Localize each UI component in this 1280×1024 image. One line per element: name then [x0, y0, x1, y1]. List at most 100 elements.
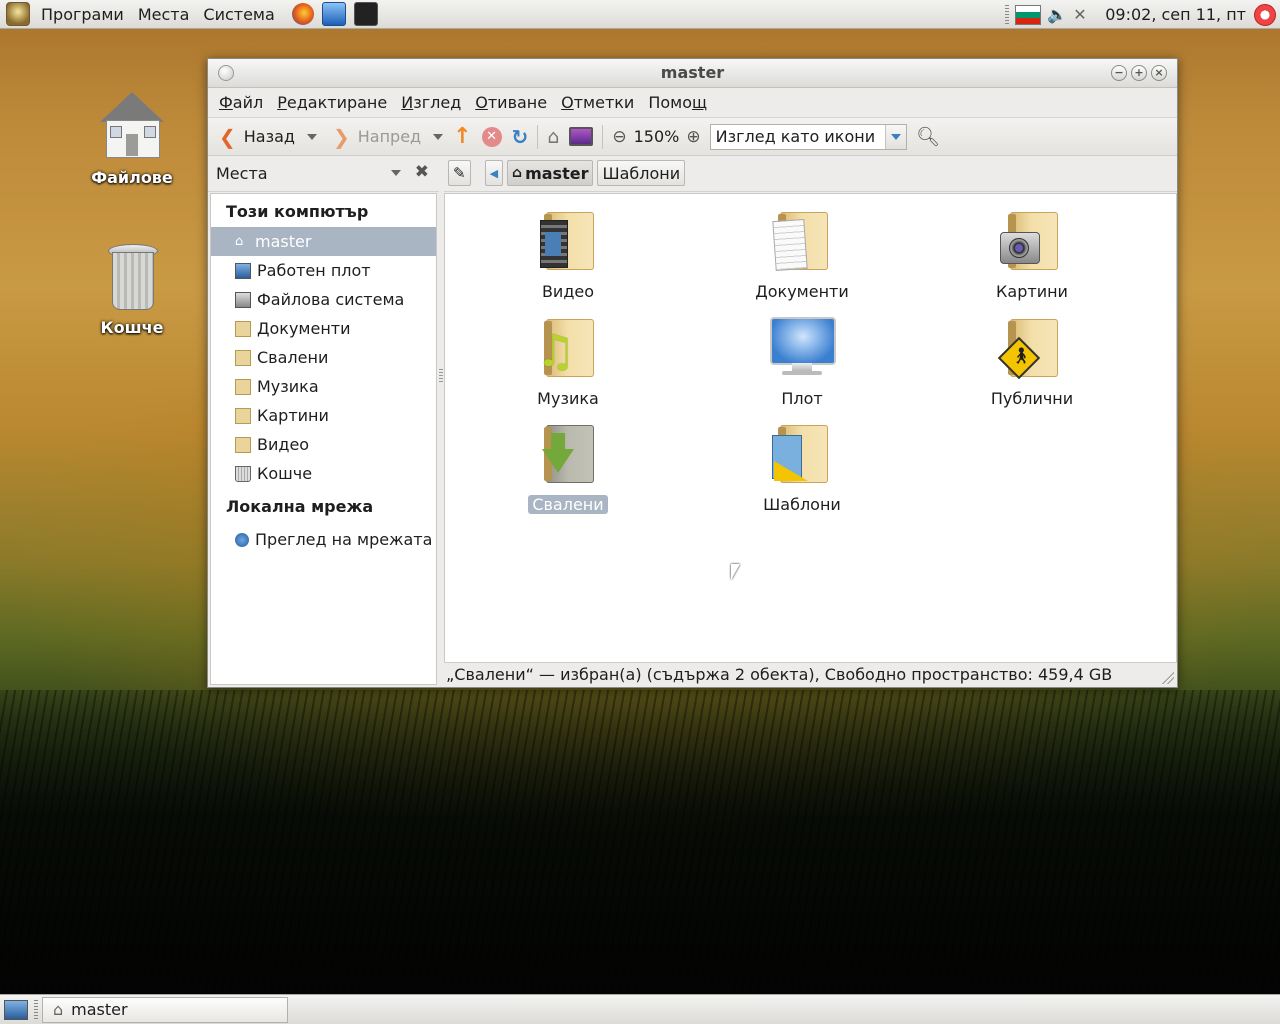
status-bar: „Свалени“ — избран(а) (съдържа 2 обекта)…	[444, 662, 1177, 687]
file-icon-view[interactable]: Видео Документи Картини ♫ Музика Плот 🚶︎…	[444, 193, 1177, 663]
file-item[interactable]: ♫ Музика	[493, 313, 643, 408]
sidebar-item-pictures[interactable]: Картини	[211, 401, 436, 430]
file-item[interactable]: Документи	[727, 206, 877, 301]
chevron-left-icon: ◀	[489, 166, 499, 180]
pane-resize-handle[interactable]	[439, 369, 443, 383]
home-button[interactable]: ⌂	[542, 122, 564, 152]
music-player-launcher-icon[interactable]	[321, 2, 346, 26]
sidebar-type-dropdown-icon[interactable]	[391, 170, 401, 176]
file-item-selected[interactable]: Свалени	[493, 419, 643, 514]
search-icon: 🔍︎	[916, 126, 941, 148]
view-mode-select[interactable]: Изглед като икони	[709, 123, 908, 150]
path-button-home[interactable]: ⌂ master	[507, 160, 594, 186]
computer-button[interactable]	[564, 122, 598, 152]
sidebar-item-trash[interactable]: Кошче	[211, 459, 436, 488]
zoom-level[interactable]: 150%	[632, 122, 682, 152]
places-section-network: Локална мрежа	[226, 497, 374, 516]
file-item[interactable]: 🚶︎ Публични	[957, 313, 1107, 408]
volume-icon[interactable]: 🔈	[1047, 5, 1067, 24]
sidebar-header: Места ✖	[208, 155, 439, 192]
file-item[interactable]: Плот	[727, 313, 877, 408]
sidebar-item-filesystem[interactable]: Файлова система	[211, 285, 436, 314]
sidebar-item-music[interactable]: Музика	[211, 372, 436, 401]
path-scroll-left-button[interactable]: ◀	[484, 160, 504, 186]
minimize-button[interactable]: −	[1111, 65, 1127, 81]
network-disconnected-icon[interactable]: ✕	[1073, 5, 1093, 24]
window-resize-grip[interactable]	[1162, 672, 1174, 684]
trash-icon	[96, 242, 168, 314]
reload-button[interactable]: ↻	[507, 122, 534, 152]
top-panel: Програми Места Система 🔈 ✕ 09:02, сеп 11…	[0, 0, 1280, 29]
zoom-out-button[interactable]: ⊖	[607, 122, 631, 152]
firefox-launcher-icon[interactable]	[291, 3, 314, 25]
stop-icon: ✕	[481, 126, 502, 147]
documents-folder-icon	[235, 320, 251, 337]
bottom-panel: ⌂ master	[0, 994, 1280, 1024]
file-manager-window: master − + × Файл Редактиране Изглед Оти…	[207, 58, 1178, 688]
menu-file[interactable]: Файл	[212, 93, 270, 112]
forward-button[interactable]: ❯ Напред	[328, 122, 448, 152]
public-folder-icon: 🚶︎	[997, 313, 1064, 383]
menu-go[interactable]: Отиване	[468, 93, 554, 112]
downloads-folder-icon	[536, 419, 600, 489]
sidebar-close-icon[interactable]: ✖	[415, 162, 429, 182]
desktop-icon-trash[interactable]: Кошче	[77, 242, 187, 337]
forward-history-dropdown-icon[interactable]	[433, 133, 444, 140]
view-mode-dropdown-icon[interactable]	[885, 124, 907, 149]
terminal-launcher-icon[interactable]	[353, 2, 378, 26]
sidebar-item-home[interactable]: ⌂ master	[211, 227, 436, 256]
menu-places[interactable]: Места	[131, 0, 197, 29]
harddisk-icon	[235, 291, 251, 308]
keyboard-layout-flag-icon[interactable]	[1015, 4, 1042, 25]
menu-applications[interactable]: Програми	[34, 0, 131, 29]
back-button[interactable]: ❮ Назад	[214, 122, 322, 152]
sidebar-item-browse-network[interactable]: Преглед на мрежата	[211, 525, 436, 554]
toolbar-separator	[602, 124, 604, 149]
file-item[interactable]: Картини	[957, 206, 1107, 301]
window-titlebar[interactable]: master − + ×	[208, 59, 1177, 88]
toolbar-separator	[537, 124, 539, 149]
zoom-in-icon: ⊕	[686, 126, 701, 147]
window-title: master	[660, 63, 725, 82]
close-button[interactable]: ×	[1151, 65, 1167, 81]
sidebar-item-videos[interactable]: Видео	[211, 430, 436, 459]
menu-view[interactable]: Изглед	[394, 93, 468, 112]
view-mode-value: Изглед като икони	[715, 127, 876, 146]
sidebar-type-select[interactable]: Места	[216, 164, 268, 183]
sidebar-item-documents[interactable]: Документи	[211, 314, 436, 343]
places-list: Този компютър ⌂ master Работен плот Файло…	[210, 193, 437, 685]
main-pane: ✎ ◀ ⌂ master Шаблони Видео Документи Кар…	[444, 155, 1177, 663]
stop-button[interactable]: ✕	[477, 122, 507, 152]
zoom-in-button[interactable]: ⊕	[681, 122, 705, 152]
pictures-folder-icon	[235, 407, 251, 424]
sidebar-item-desktop[interactable]: Работен плот	[211, 256, 436, 285]
places-section-computer: Този компютър	[226, 202, 369, 221]
menu-help[interactable]: Помощ	[641, 93, 714, 112]
sidebar: Места ✖ Този компютър ⌂ master Работен пл…	[208, 155, 439, 687]
search-button[interactable]: 🔍︎	[911, 122, 945, 152]
wallpaper-grass	[0, 690, 1280, 1000]
window-menu-icon[interactable]	[218, 65, 234, 81]
file-item[interactable]: Видео	[493, 206, 643, 301]
reload-icon: ↻	[511, 124, 529, 149]
menu-bookmarks[interactable]: Отметки	[554, 93, 641, 112]
menu-system[interactable]: Система	[196, 0, 281, 29]
menu-edit[interactable]: Редактиране	[270, 93, 394, 112]
file-item[interactable]: Шаблони	[727, 419, 877, 514]
up-button[interactable]: ↑	[448, 122, 476, 152]
taskbar-window-button[interactable]: ⌂ master	[42, 996, 288, 1023]
toolbar: ❮ Назад ❯ Напред ↑ ✕ ↻ ⌂ ⊖ 150% ⊕ Изглед…	[208, 118, 1177, 156]
sidebar-item-downloads[interactable]: Свалени	[211, 343, 436, 372]
clock[interactable]: 09:02, сеп 11, пт	[1093, 5, 1254, 24]
maximize-button[interactable]: +	[1131, 65, 1147, 81]
zoom-out-icon: ⊖	[612, 126, 627, 147]
show-desktop-icon[interactable]	[4, 999, 28, 1020]
desktop-icon-home[interactable]: Файлове	[77, 92, 187, 187]
path-button-templates[interactable]: Шаблони	[597, 160, 686, 186]
edit-location-button[interactable]: ✎	[448, 160, 471, 186]
main-menu-icon[interactable]	[6, 2, 30, 26]
panel-handle-icon	[34, 999, 38, 1020]
path-bar: ✎ ◀ ⌂ master Шаблони	[444, 155, 1177, 192]
back-history-dropdown-icon[interactable]	[306, 133, 317, 140]
power-icon[interactable]: ⏻	[1254, 3, 1276, 26]
